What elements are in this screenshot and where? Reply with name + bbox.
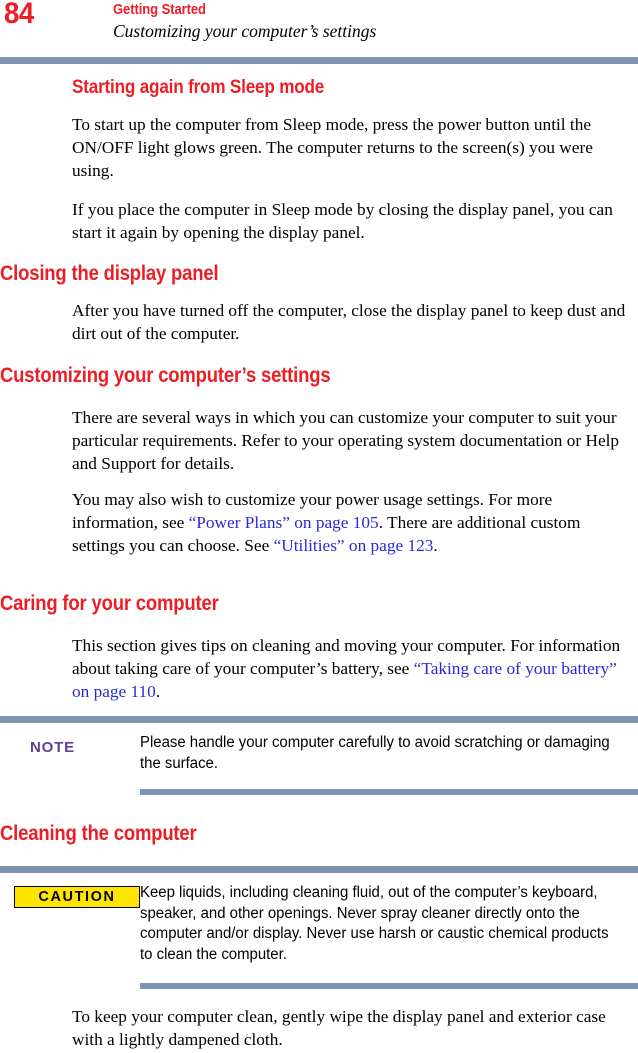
link-power-plans-page-105[interactable]: “Power Plans” on page 105	[189, 513, 379, 532]
note-top-rule	[0, 716, 638, 723]
caution-text: Keep liquids, including cleaning fluid, …	[140, 884, 609, 963]
heading-customizing-your-computers-settings: Customizing your computer’s settings	[0, 364, 331, 387]
section-title: Customizing your computer’s settings	[113, 21, 377, 41]
heading-starting-again-from-sleep-mode: Starting again from Sleep mode	[72, 77, 325, 98]
link-utilities-page-123[interactable]: “Utilities” on page 123	[274, 536, 434, 555]
paragraph-caring-intro: This section gives tips on cleaning and …	[72, 634, 628, 704]
manual-page: 84 Getting Started Customizing your comp…	[0, 0, 638, 1053]
paragraph-closing-display-panel: After you have turned off the computer, …	[72, 301, 626, 344]
heading-cleaning-the-computer: Cleaning the computer	[0, 822, 197, 845]
paragraph-customizing-intro: There are several ways in which you can …	[72, 408, 620, 474]
heading-caring-for-your-computer: Caring for your computer	[0, 592, 219, 615]
note-bottom-rule	[140, 789, 638, 795]
text-run: .	[433, 536, 438, 556]
chapter-title: Getting Started	[113, 2, 206, 18]
caution-top-rule	[0, 866, 638, 873]
note-text: Please handle your computer carefully to…	[140, 734, 610, 772]
paragraph-customizing-power-usage: You may also wish to customize your powe…	[72, 488, 628, 558]
page-number: 84	[4, 0, 34, 30]
heading-closing-the-display-panel: Closing the display panel	[0, 262, 219, 285]
note-label: NOTE	[30, 739, 75, 756]
paragraph-sleep-start: To start up the computer from Sleep mode…	[72, 115, 593, 181]
paragraph-cleaning-wipe: To keep your computer clean, gently wipe…	[72, 1007, 606, 1050]
header-titles: Getting Started Customizing your compute…	[113, 1, 376, 42]
page-header: 84 Getting Started Customizing your comp…	[0, 0, 638, 57]
caution-label: CAUTION	[14, 886, 140, 908]
paragraph-sleep-close-panel: If you place the computer in Sleep mode …	[72, 200, 613, 243]
text-run: .	[155, 682, 161, 702]
caution-bottom-rule	[140, 983, 638, 989]
header-divider-rule	[0, 57, 638, 64]
